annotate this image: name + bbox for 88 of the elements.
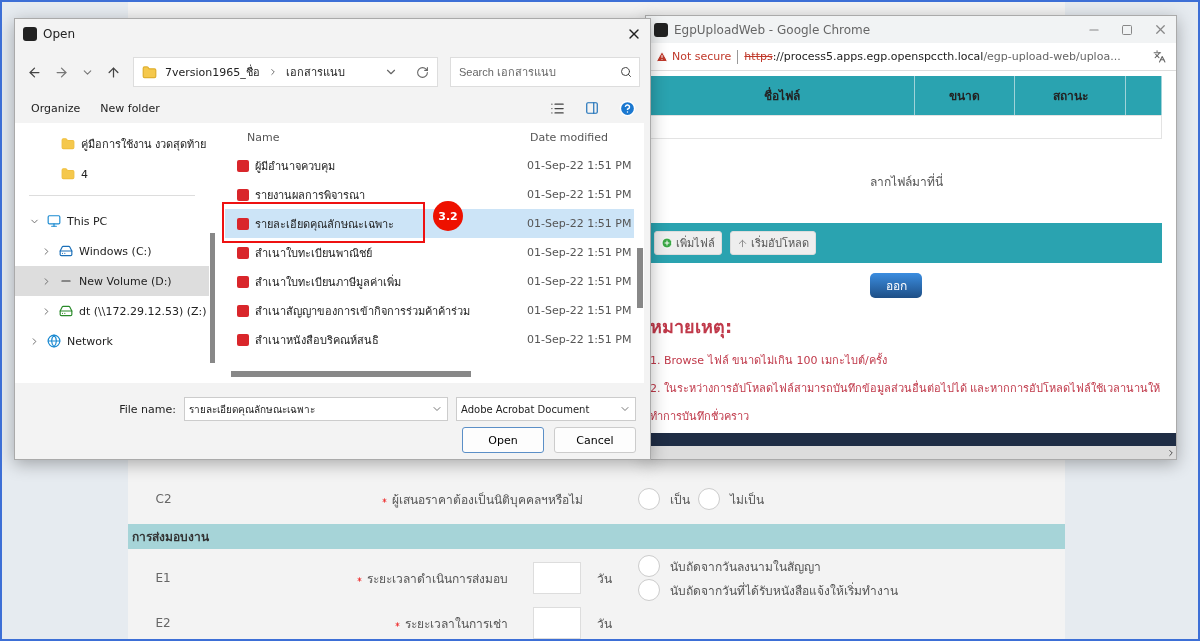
tree-item[interactable]: คู่มือการใช้งาน งวดสุดท้าย — [15, 129, 209, 159]
window-title: EgpUploadWeb - Google Chrome — [674, 22, 871, 37]
tree-item[interactable]: This PC — [15, 206, 209, 236]
option-label: เป็น — [669, 491, 690, 509]
file-row[interactable]: สำเนาสัญญาของการเข้ากิจการร่วมค้าค้าร่วม 01-Sep-22 1:51 PM — [225, 296, 634, 325]
help-icon[interactable] — [619, 99, 636, 117]
column-header[interactable]: Date modified — [527, 130, 644, 144]
field-code: E1 — [154, 571, 172, 585]
drop-hint: ลากไฟล์มาที่นี่ — [869, 172, 943, 191]
up-arrow-icon — [737, 237, 748, 249]
dialog-title: Open — [43, 27, 76, 41]
maximize-icon[interactable] — [1121, 23, 1133, 36]
scrollbar-thumb[interactable] — [231, 371, 471, 377]
app-logo-icon — [654, 22, 668, 37]
translate-icon[interactable] — [1153, 50, 1166, 63]
add-file-button[interactable]: เพิ่มไฟล์ — [654, 231, 722, 255]
cancel-button[interactable]: Cancel — [554, 427, 636, 453]
app-logo-icon — [23, 27, 37, 41]
pdf-file-icon — [237, 275, 249, 288]
pdf-file-icon — [237, 217, 249, 230]
path-bar[interactable]: 7version1965_ชื่อ เอกสารแนบ — [133, 57, 438, 87]
option-label: ไม่เป็น — [729, 491, 764, 509]
column-header[interactable]: Name — [247, 130, 527, 144]
option-label: นับถัดจากวันที่ได้รับหนังสือแจ้งให้เริ่มทำงาน — [669, 581, 898, 600]
file-type-dropdown[interactable]: Adobe Acrobat Document — [456, 397, 636, 421]
folder-icon — [61, 137, 75, 151]
folder-icon — [61, 167, 75, 181]
folder-icon — [142, 64, 157, 80]
plus-icon — [661, 237, 673, 249]
pdf-file-icon — [237, 246, 249, 259]
pdf-file-icon — [237, 304, 249, 317]
radio-button[interactable] — [637, 488, 660, 510]
scrollbar-thumb[interactable] — [637, 248, 643, 308]
url-text: https://process5.apps.egp.openspccth.local/egp-upload-web/uploa... — [744, 50, 1121, 63]
file-name-label: File name: — [118, 402, 176, 416]
tree-item[interactable]: Network — [15, 326, 209, 356]
option-label: นับถัดจากวันลงนามในสัญญา — [669, 558, 821, 576]
pdf-file-icon — [237, 159, 249, 172]
warning-icon — [656, 50, 668, 63]
search-field[interactable]: Search เอกสารแนบ — [450, 57, 640, 87]
column-header: ขนาด — [915, 76, 1015, 115]
scroll-right-icon[interactable] — [1166, 447, 1176, 458]
search-icon — [620, 66, 632, 78]
tree-item[interactable]: 4 — [15, 159, 209, 189]
number-field[interactable] — [532, 607, 581, 639]
file-row[interactable]: ผู้มีอำนาจควบคุม 01-Sep-22 1:51 PM — [225, 151, 634, 180]
field-label: ผู้เสนอราคาต้องเป็นนิติบุคคลฯหรือไม่ — [227, 489, 583, 509]
number-field[interactable] — [532, 562, 581, 594]
radio-button[interactable] — [697, 488, 720, 510]
security-label: Not secure — [672, 50, 732, 63]
preview-pane-icon[interactable] — [585, 101, 599, 115]
network-drive-icon — [59, 304, 73, 318]
field-label: ระยะเวลาดำเนินการส่งมอบ — [227, 568, 508, 588]
radio-button[interactable] — [637, 579, 660, 601]
refresh-icon[interactable] — [416, 65, 429, 79]
field-code: C2 — [154, 492, 173, 506]
pdf-file-icon — [237, 333, 249, 346]
pdf-file-icon — [237, 188, 249, 201]
organize-button[interactable]: Organize — [31, 101, 81, 115]
forward-icon[interactable] — [54, 64, 69, 80]
tree-item[interactable]: dt (\\172.29.12.53) (Z:) — [15, 296, 209, 326]
scrollbar-thumb[interactable] — [210, 233, 215, 363]
exit-button[interactable]: ออก — [870, 273, 922, 298]
notes-title: หมายเหตุ: — [650, 315, 734, 341]
new-folder-button[interactable]: New folder — [100, 101, 160, 115]
drive-icon — [59, 244, 73, 258]
tree-item[interactable]: New Volume (D:) — [15, 266, 209, 296]
field-code: E2 — [154, 616, 172, 630]
network-icon — [47, 334, 61, 348]
column-header: สถานะ — [1015, 76, 1126, 115]
open-button[interactable]: Open — [462, 427, 544, 453]
section-header: การส่งมอบงาน — [127, 524, 1065, 549]
breadcrumb[interactable]: 7version1965_ชื่อ — [165, 63, 260, 81]
field-label: ระยะเวลาในการเช่า — [227, 613, 508, 633]
file-row[interactable]: สำเนาหนังสือบริคณห์สนธิ 01-Sep-22 1:51 PM — [225, 325, 634, 354]
unit-label: วัน — [595, 615, 613, 633]
computer-icon — [47, 214, 61, 228]
file-row[interactable]: สำเนาใบทะเบียนภาษีมูลค่าเพิ่ม 01-Sep-22 1:51 PM — [225, 267, 634, 296]
radio-button[interactable] — [637, 555, 660, 577]
file-name-field[interactable]: รายละเอียดคุณลักษณะเฉพาะ — [184, 397, 448, 421]
note-text: 1. Browse ไฟล์ ขนาดไม่เกิน 100 เมกะไบต์/ครั้ง — [650, 352, 888, 369]
unit-label: วัน — [595, 570, 613, 588]
breadcrumb[interactable]: เอกสารแนบ — [285, 63, 345, 81]
tree-item[interactable]: Windows (C:) — [15, 236, 209, 266]
upload-button[interactable]: เริ่มอัปโหลด — [730, 231, 816, 255]
view-list-icon[interactable] — [550, 100, 565, 116]
back-icon[interactable] — [27, 64, 42, 80]
note-text: 2. ในระหว่างการอัปโหลดไฟล์สามารถบันทึกข้อมูลส่วนอื่นต่อไปได้ และหากการอัปโหลดไฟล์ใช้เวลานานให้ทำการบันทึกชั่วคราว — [650, 379, 1162, 425]
